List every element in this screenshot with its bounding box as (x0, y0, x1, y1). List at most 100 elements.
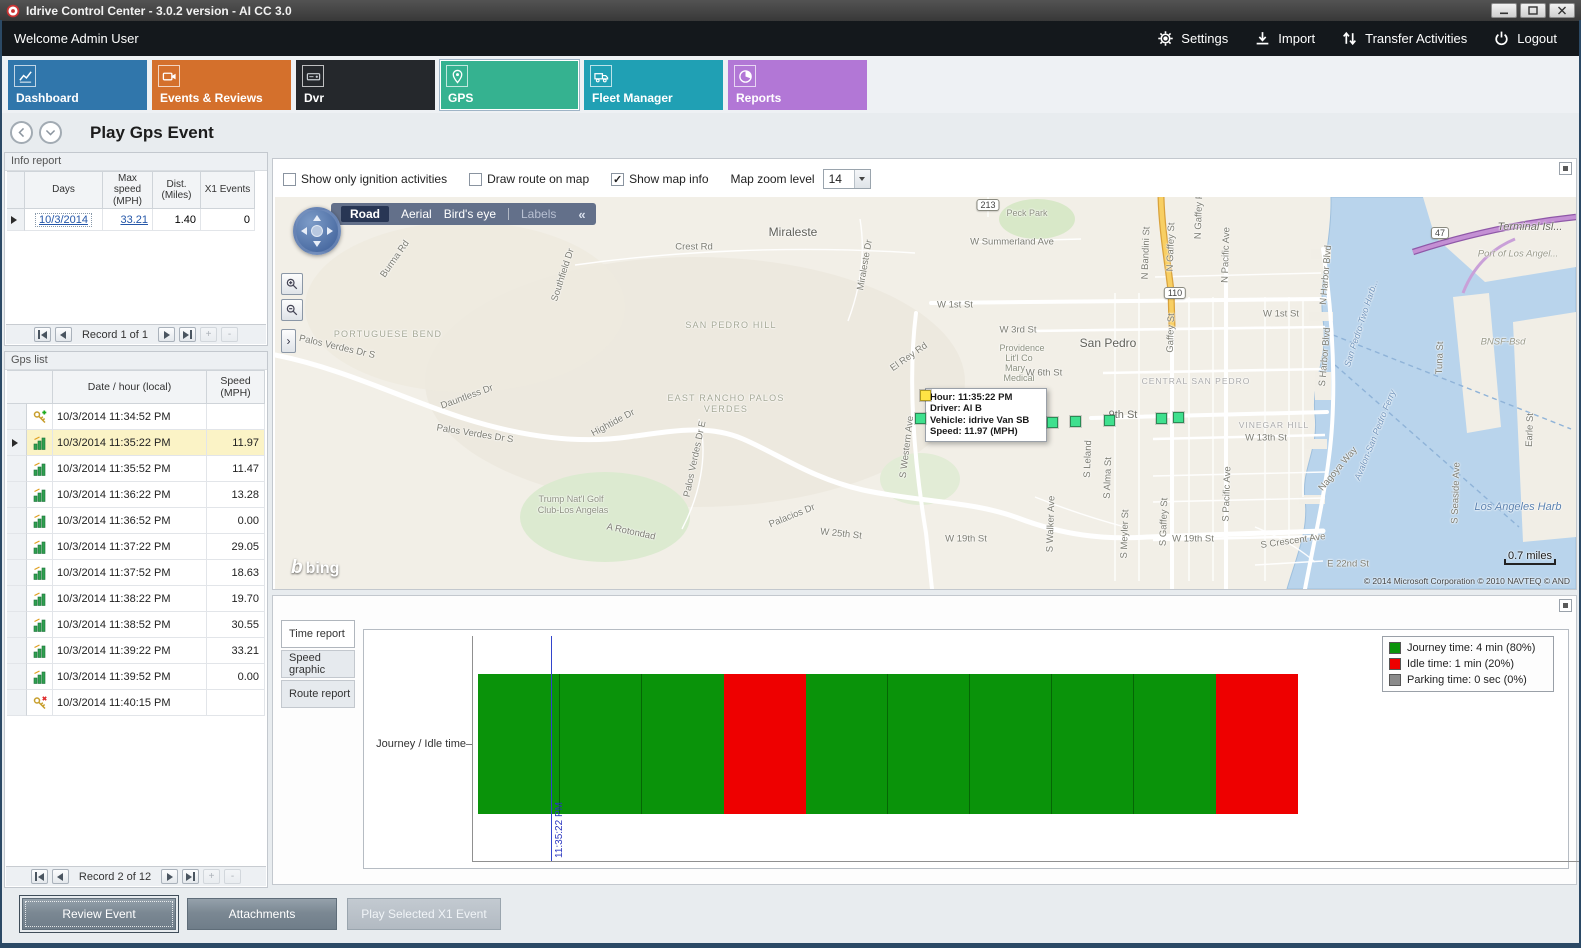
row-marker (7, 209, 25, 231)
map-label: Tuna St (1434, 341, 1446, 374)
gps-marker[interactable] (1173, 412, 1184, 423)
column-dist[interactable]: Dist. (Miles) (153, 171, 201, 209)
prev-record-button[interactable] (55, 327, 72, 342)
map-viewport[interactable]: MiralestePeck ParkW Summerland AveCrest … (275, 197, 1576, 589)
map-label: Club-Los Angelas (538, 505, 609, 515)
map-side-expander-button[interactable]: › (281, 329, 296, 353)
time-cursor[interactable] (551, 636, 552, 861)
time-cursor-label: 11:35:22 PM (554, 802, 565, 858)
map-layer-road[interactable]: Road (341, 206, 389, 222)
action-transfer-activities[interactable]: Transfer Activities (1341, 30, 1467, 47)
gps-marker[interactable] (1104, 415, 1115, 426)
gps-list-row[interactable]: 10/3/2014 11:37:22 PM29.05 (7, 534, 265, 560)
tab-speed-graphic[interactable]: Speed graphic (281, 650, 355, 678)
gps-list-row[interactable]: 10/3/2014 11:37:52 PM18.63 (7, 560, 265, 586)
map-label: S Gaffey St (1158, 498, 1171, 547)
prev-record-button[interactable] (52, 869, 69, 884)
nav-tile-fleet-manager[interactable]: Fleet Manager (584, 60, 723, 110)
gps-marker[interactable] (1070, 416, 1081, 427)
first-record-button[interactable] (34, 327, 51, 342)
gps-list-row[interactable]: 10/3/2014 11:35:52 PM11.47 (7, 456, 265, 482)
next-record-button[interactable] (158, 327, 175, 342)
map-bar-collapse-button[interactable]: « (578, 207, 585, 222)
delete-record-button[interactable]: - (221, 327, 238, 342)
column-days[interactable]: Days (25, 171, 103, 209)
zoom-out-button[interactable] (281, 299, 303, 321)
checkbox-draw-route-on-map[interactable]: Draw route on map (469, 172, 589, 186)
speed-icon (27, 560, 53, 586)
gps-list-pager: Record 2 of 12 + - (6, 866, 266, 886)
nav-tile-reports[interactable]: Reports (728, 60, 867, 110)
gps-marker[interactable] (1047, 417, 1058, 428)
gps-date-cell: 10/3/2014 11:35:22 PM (53, 430, 207, 456)
gps-list-row[interactable]: 10/3/2014 11:38:22 PM19.70 (7, 586, 265, 612)
expand-down-button[interactable] (39, 121, 62, 144)
delete-record-button[interactable]: - (224, 869, 241, 884)
power-icon (1493, 30, 1510, 47)
tile-label: Fleet Manager (592, 91, 673, 105)
last-record-button[interactable] (182, 869, 199, 884)
checkbox-show-only-ignition-activities[interactable]: Show only ignition activities (283, 172, 447, 186)
column-max-speed[interactable]: Max speed (MPH) (103, 171, 153, 209)
column-date-hour[interactable]: Date / hour (local) (53, 370, 207, 404)
checkbox-box[interactable] (469, 173, 482, 186)
gps-list-row[interactable]: 10/3/2014 11:40:15 PM (7, 690, 265, 716)
last-record-button[interactable] (179, 327, 196, 342)
zoom-in-button[interactable] (281, 273, 303, 295)
tab-time-report[interactable]: Time report (281, 620, 355, 648)
gps-list-row[interactable]: 10/3/2014 11:35:22 PM11.97 (7, 430, 265, 456)
map-zoom-select[interactable]: 14 (823, 169, 871, 189)
speed-icon (27, 508, 53, 534)
first-record-button[interactable] (31, 869, 48, 884)
info-report-row[interactable]: 10/3/2014 33.21 1.40 0 (7, 209, 255, 231)
checkbox-box[interactable] (283, 173, 296, 186)
tab-route-report[interactable]: Route report (281, 680, 355, 708)
map-compass-control[interactable] (293, 207, 341, 255)
chart-legend: Journey time: 4 min (80%)Idle time: 1 mi… (1382, 636, 1554, 692)
append-record-button[interactable]: + (203, 869, 220, 884)
row-marker (7, 638, 27, 664)
map-label: Terminal Isl... (1497, 221, 1562, 233)
gps-list-row[interactable]: 10/3/2014 11:34:52 PM (7, 404, 265, 430)
info-report-caption: Info report (5, 153, 267, 171)
checkbox-show-map-info[interactable]: ✓ Show map info (611, 172, 708, 186)
map-layer-bird-s-eye[interactable]: Bird's eye (444, 207, 496, 221)
gps-marker[interactable] (1156, 413, 1167, 424)
close-button[interactable] (1549, 3, 1575, 18)
gps-marker[interactable] (915, 413, 926, 424)
gps-list-row[interactable]: 10/3/2014 11:38:52 PM30.55 (7, 612, 265, 638)
gps-list-panel: Gps list Date / hour (local) Speed (MPH)… (4, 351, 268, 888)
gps-marker-current[interactable] (920, 390, 931, 401)
gps-list-row[interactable]: 10/3/2014 11:36:22 PM13.28 (7, 482, 265, 508)
append-record-button[interactable]: + (200, 327, 217, 342)
action-settings[interactable]: Settings (1157, 30, 1228, 47)
chart-panel-collapse-button[interactable] (1559, 599, 1572, 612)
map-layer-aerial[interactable]: Aerial (401, 207, 432, 221)
map-layer-labels[interactable]: Labels (521, 207, 556, 221)
nav-tile-events-reviews[interactable]: Events & Reviews (152, 60, 291, 110)
day-link[interactable]: 10/3/2014 (36, 214, 91, 226)
nav-tile-dvr[interactable]: Dvr (296, 60, 435, 110)
nav-tile-gps[interactable]: GPS (440, 60, 579, 110)
action-label: Import (1278, 31, 1315, 46)
gps-date-cell: 10/3/2014 11:39:52 PM (53, 664, 207, 690)
column-x1-events[interactable]: X1 Events (201, 171, 255, 209)
next-record-button[interactable] (161, 869, 178, 884)
dropdown-arrow-icon[interactable] (854, 170, 870, 188)
map-panel-collapse-button[interactable] (1559, 162, 1572, 175)
nav-tile-dashboard[interactable]: Dashboard (8, 60, 147, 110)
action-logout[interactable]: Logout (1493, 30, 1557, 47)
column-speed[interactable]: Speed (MPH) (207, 370, 265, 404)
maximize-button[interactable] (1520, 3, 1546, 18)
gps-list-row[interactable]: 10/3/2014 11:36:52 PM0.00 (7, 508, 265, 534)
welcome-text: Welcome Admin User (14, 31, 139, 46)
compass-west-icon (301, 227, 307, 235)
minimize-button[interactable] (1491, 3, 1517, 18)
action-import[interactable]: Import (1254, 30, 1315, 47)
back-button[interactable] (10, 121, 33, 144)
review-event-button[interactable]: Review Event (22, 898, 176, 930)
attachments-button[interactable]: Attachments (187, 898, 337, 930)
checkbox-box[interactable]: ✓ (611, 173, 624, 186)
gps-list-row[interactable]: 10/3/2014 11:39:52 PM0.00 (7, 664, 265, 690)
gps-list-row[interactable]: 10/3/2014 11:39:22 PM33.21 (7, 638, 265, 664)
